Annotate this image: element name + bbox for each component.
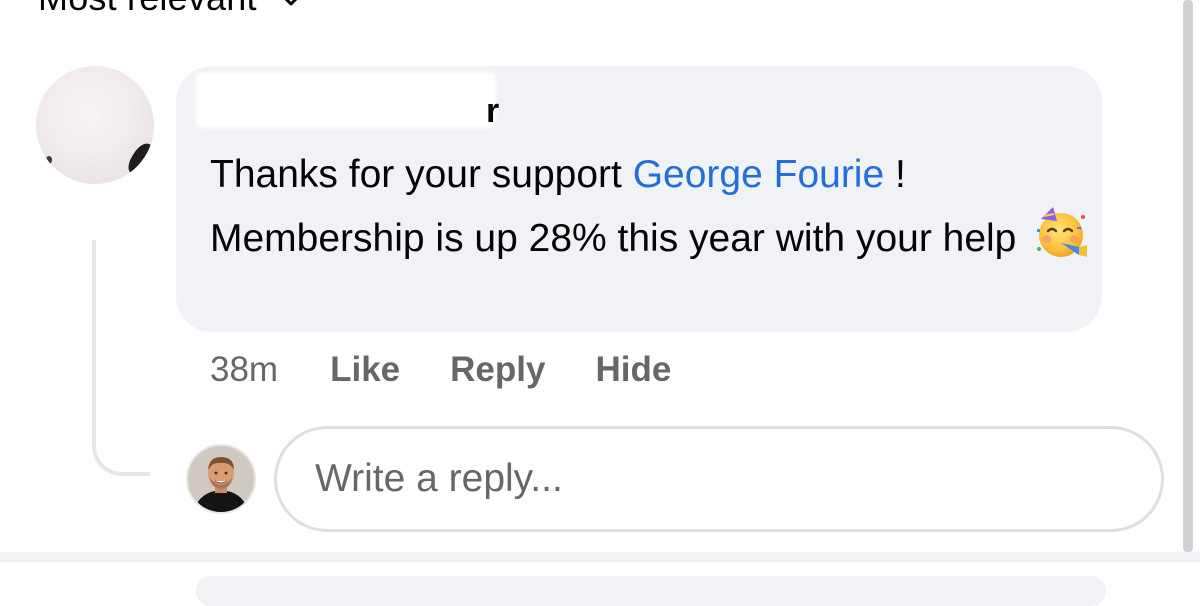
current-user-avatar[interactable] xyxy=(186,444,256,514)
comment-timestamp[interactable]: 38m xyxy=(210,350,278,390)
sort-selector[interactable]: Most relevant xyxy=(38,0,303,18)
avatar-detail xyxy=(46,156,52,164)
next-comment-bubble xyxy=(196,576,1106,606)
reply-button[interactable]: Reply xyxy=(450,350,545,390)
thread-connector-line xyxy=(92,240,150,476)
chevron-down-icon xyxy=(279,0,303,12)
hide-button[interactable]: Hide xyxy=(595,350,671,390)
like-button[interactable]: Like xyxy=(330,350,400,390)
comment-actions: 38m Like Reply Hide xyxy=(210,350,671,390)
reply-input[interactable] xyxy=(274,426,1164,532)
sort-label: Most relevant xyxy=(38,0,257,19)
comment-bubble: r Thanks for your support George Fourie … xyxy=(176,66,1102,332)
comment-text: Thanks for your support George Fourie ! … xyxy=(210,144,1090,269)
redacted-author-name xyxy=(196,72,496,128)
avatar-detail xyxy=(124,139,154,179)
partying-face-icon xyxy=(1033,205,1089,261)
scrollbar[interactable] xyxy=(1183,0,1193,552)
comment-author-name[interactable]: r xyxy=(486,92,499,131)
comment-text-part: Thanks for your support xyxy=(210,153,633,196)
section-divider xyxy=(0,552,1200,562)
commenter-avatar[interactable] xyxy=(36,66,154,184)
mention-link[interactable]: George Fourie xyxy=(633,153,884,196)
